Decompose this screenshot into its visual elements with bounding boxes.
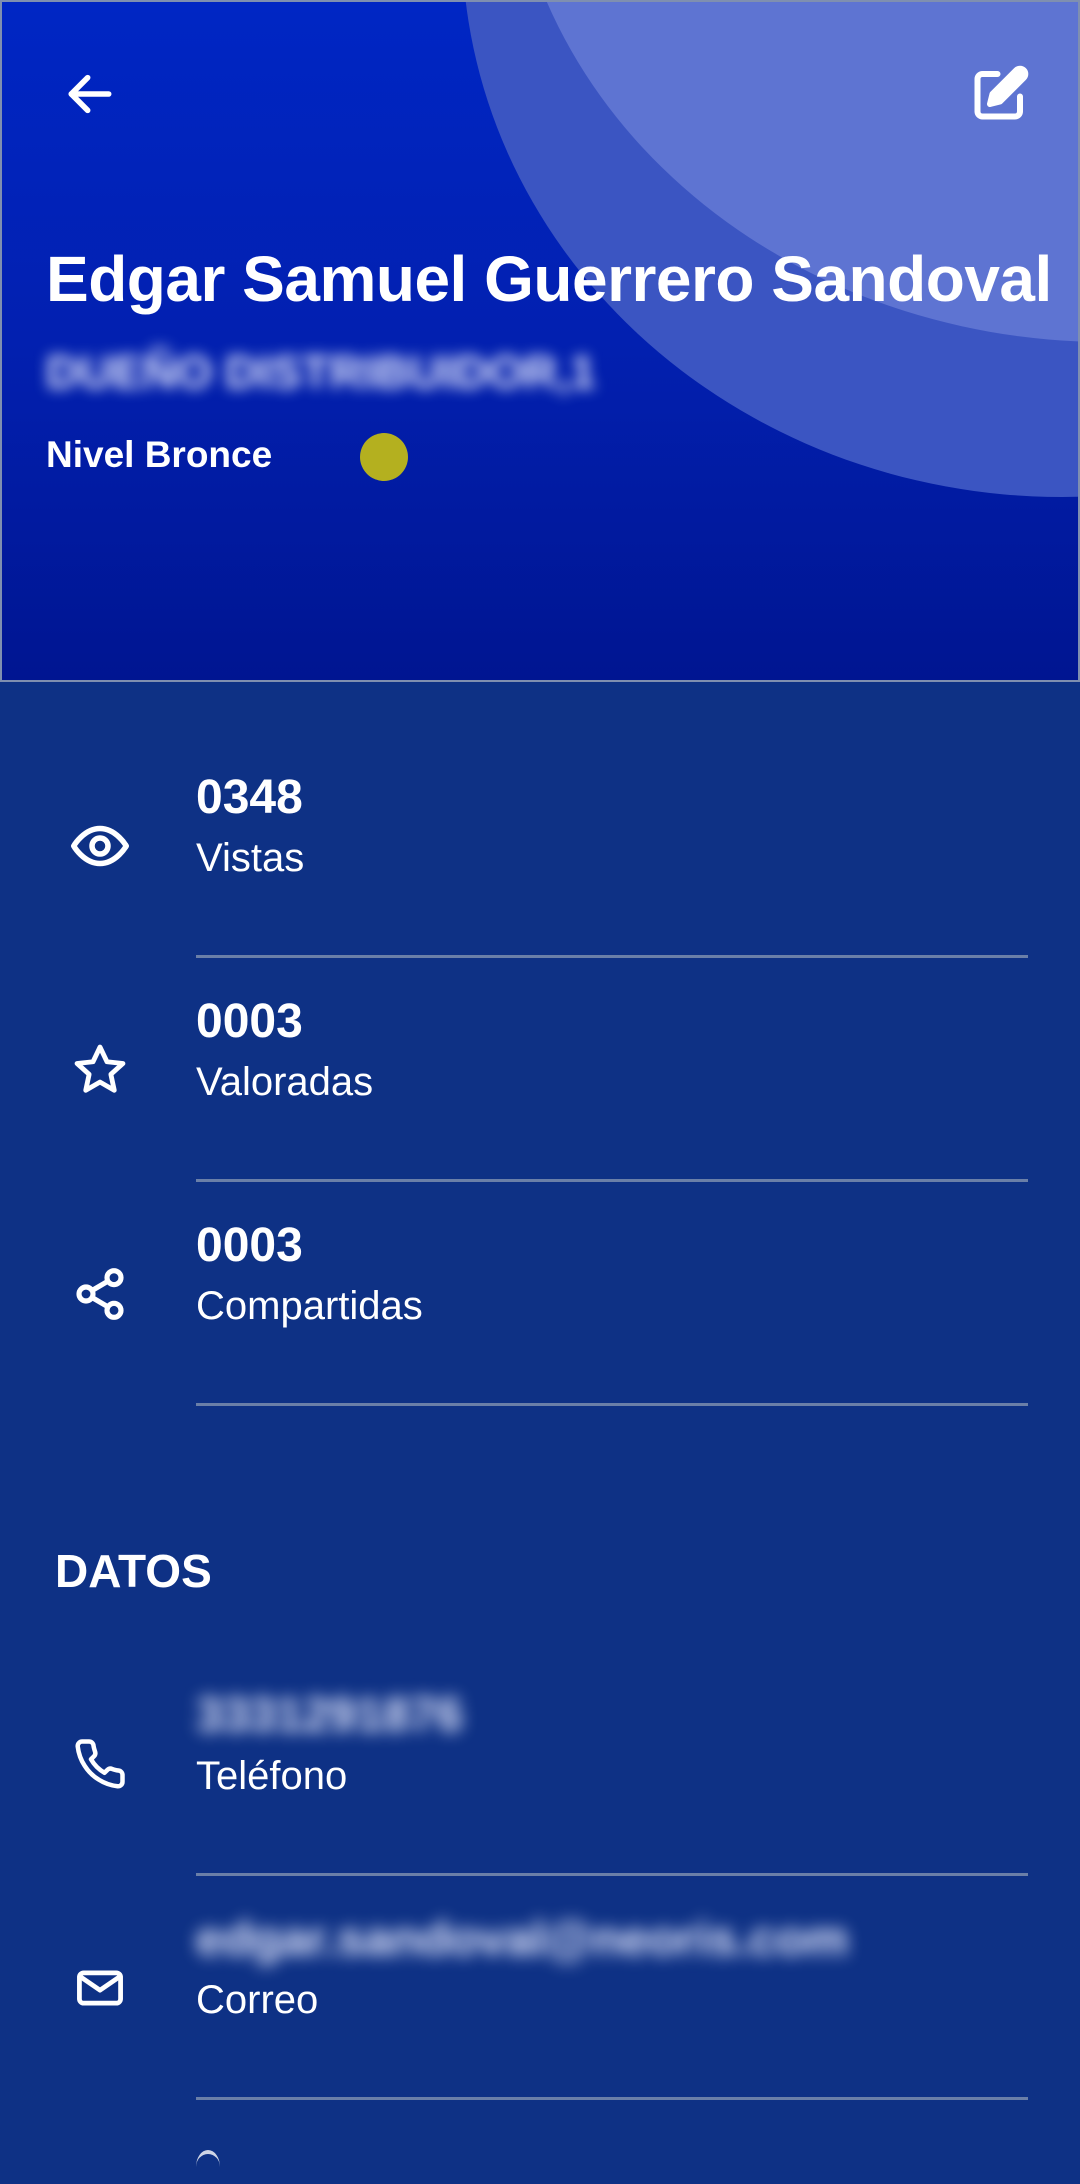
email-label: Correo [196, 1978, 319, 2022]
stat-label: Compartidas [196, 1284, 423, 1328]
arrow-left-icon [68, 74, 112, 114]
back-button[interactable] [42, 46, 138, 142]
stat-value: 0003 [196, 1219, 303, 1272]
mail-icon [77, 1970, 123, 2006]
data-row-phone[interactable]: 3331291876 Teléfono [0, 1652, 1080, 1876]
eye-icon [71, 825, 129, 867]
section-title-datos: DATOS [55, 1545, 212, 1597]
profile-header: Edgar Samuel Guerrero Sandoval DUEÑO DIS… [0, 0, 1080, 682]
phone-value: 3331291876 [196, 1689, 463, 1742]
stat-row-views[interactable]: 0348 Vistas [0, 734, 1080, 958]
data-row-email[interactable]: edgar.sandoval@neoris.com Correo [0, 1876, 1080, 2100]
edit-icon [974, 65, 1029, 120]
stat-value: 0003 [196, 995, 303, 1048]
profile-name: Edgar Samuel Guerrero Sandoval [46, 243, 1052, 315]
stat-label: Vistas [196, 836, 305, 880]
stat-label: Valoradas [196, 1060, 374, 1104]
share-icon [76, 1268, 124, 1320]
edit-button[interactable] [952, 46, 1048, 142]
stat-row-shared[interactable]: 0003 Compartidas [0, 1182, 1080, 1406]
stat-row-rated[interactable]: 0003 Valoradas [0, 958, 1080, 1182]
divider [196, 2097, 1028, 2100]
stat-value: 0348 [196, 771, 303, 824]
profile-role: DUEÑO DISTRIBUIDOR,1 [46, 346, 596, 398]
phone-icon [75, 1739, 125, 1789]
star-icon [74, 1044, 126, 1093]
phone-label: Teléfono [196, 1754, 348, 1798]
divider [196, 1403, 1028, 1406]
level-indicator-dot [360, 433, 408, 481]
profile-level: Nivel Bronce [46, 434, 273, 475]
email-value: edgar.sandoval@neoris.com [196, 1913, 849, 1966]
next-row-partial [196, 2150, 220, 2184]
